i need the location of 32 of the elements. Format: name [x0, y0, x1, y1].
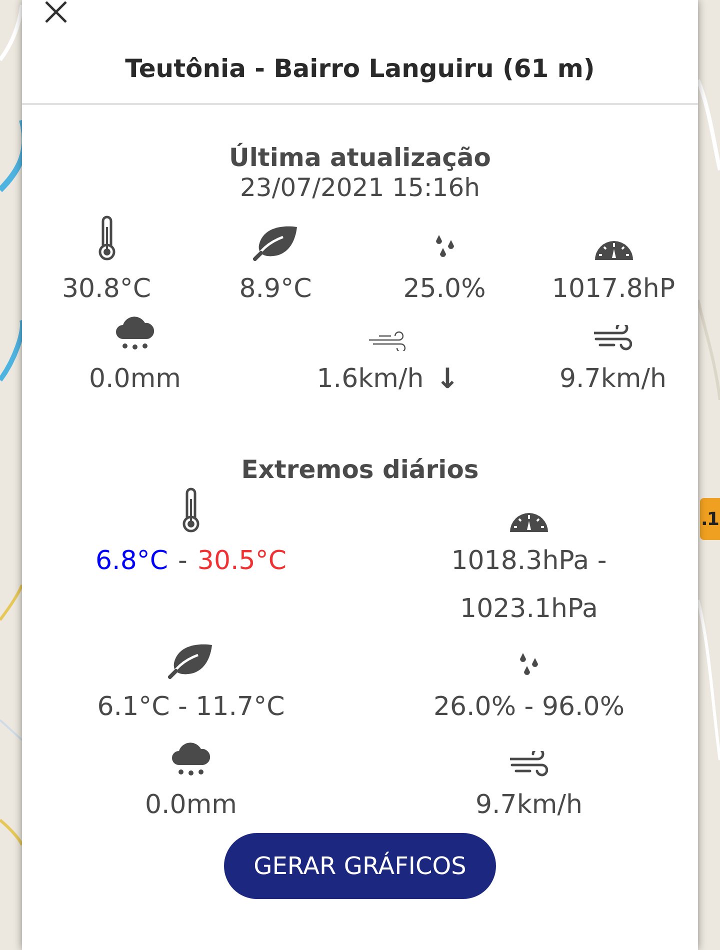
section-heading: Última atualização [229, 143, 491, 173]
reading-value: 8.9°C [239, 273, 312, 306]
range-value: 1018.3hPa - 1023.1hPa [450, 545, 608, 626]
close-icon [45, 1, 67, 23]
reading-value: 0.0mm [88, 363, 181, 396]
section-heading: Extremos diários [241, 455, 479, 485]
range-value: 26.0% - 96.0% [433, 691, 625, 724]
range-value: 9.7km/h [476, 789, 582, 822]
maximum-temperature: 30.5°C [197, 545, 286, 578]
map-marker[interactable]: .1 [700, 498, 720, 540]
wind-icon [369, 331, 407, 351]
generate-charts-button[interactable]: GERAR GRÁFICOS [224, 833, 496, 899]
wind-icon [594, 325, 632, 351]
reading-value: 25.0% [403, 273, 486, 306]
range-value: 0.0mm [144, 789, 237, 822]
wind-direction-arrow: ↓ [436, 361, 460, 397]
rain-cloud-icon [171, 741, 211, 777]
wind-icon [510, 751, 548, 777]
rain-cloud-icon [115, 315, 155, 351]
station-title: Teutônia - Bairro Languiru (61 m) [125, 52, 595, 84]
thermometer-icon [96, 215, 116, 261]
thermometer-icon [181, 487, 201, 533]
reading-value: 1017.8hP [552, 273, 676, 306]
reading-value: 1.6km/h [316, 363, 424, 396]
range-value: 6.1°C - 11.7°C [97, 691, 285, 724]
reading-value: 30.8°C [62, 273, 152, 306]
minimum-temperature: 6.8°C [96, 545, 168, 578]
leaf-icon [252, 225, 298, 261]
update-timestamp: 23/07/2021 15:16h [240, 173, 480, 203]
leaf-icon [168, 643, 214, 679]
range-separator: - [178, 545, 188, 578]
reading-value: 9.7km/h [560, 363, 666, 396]
